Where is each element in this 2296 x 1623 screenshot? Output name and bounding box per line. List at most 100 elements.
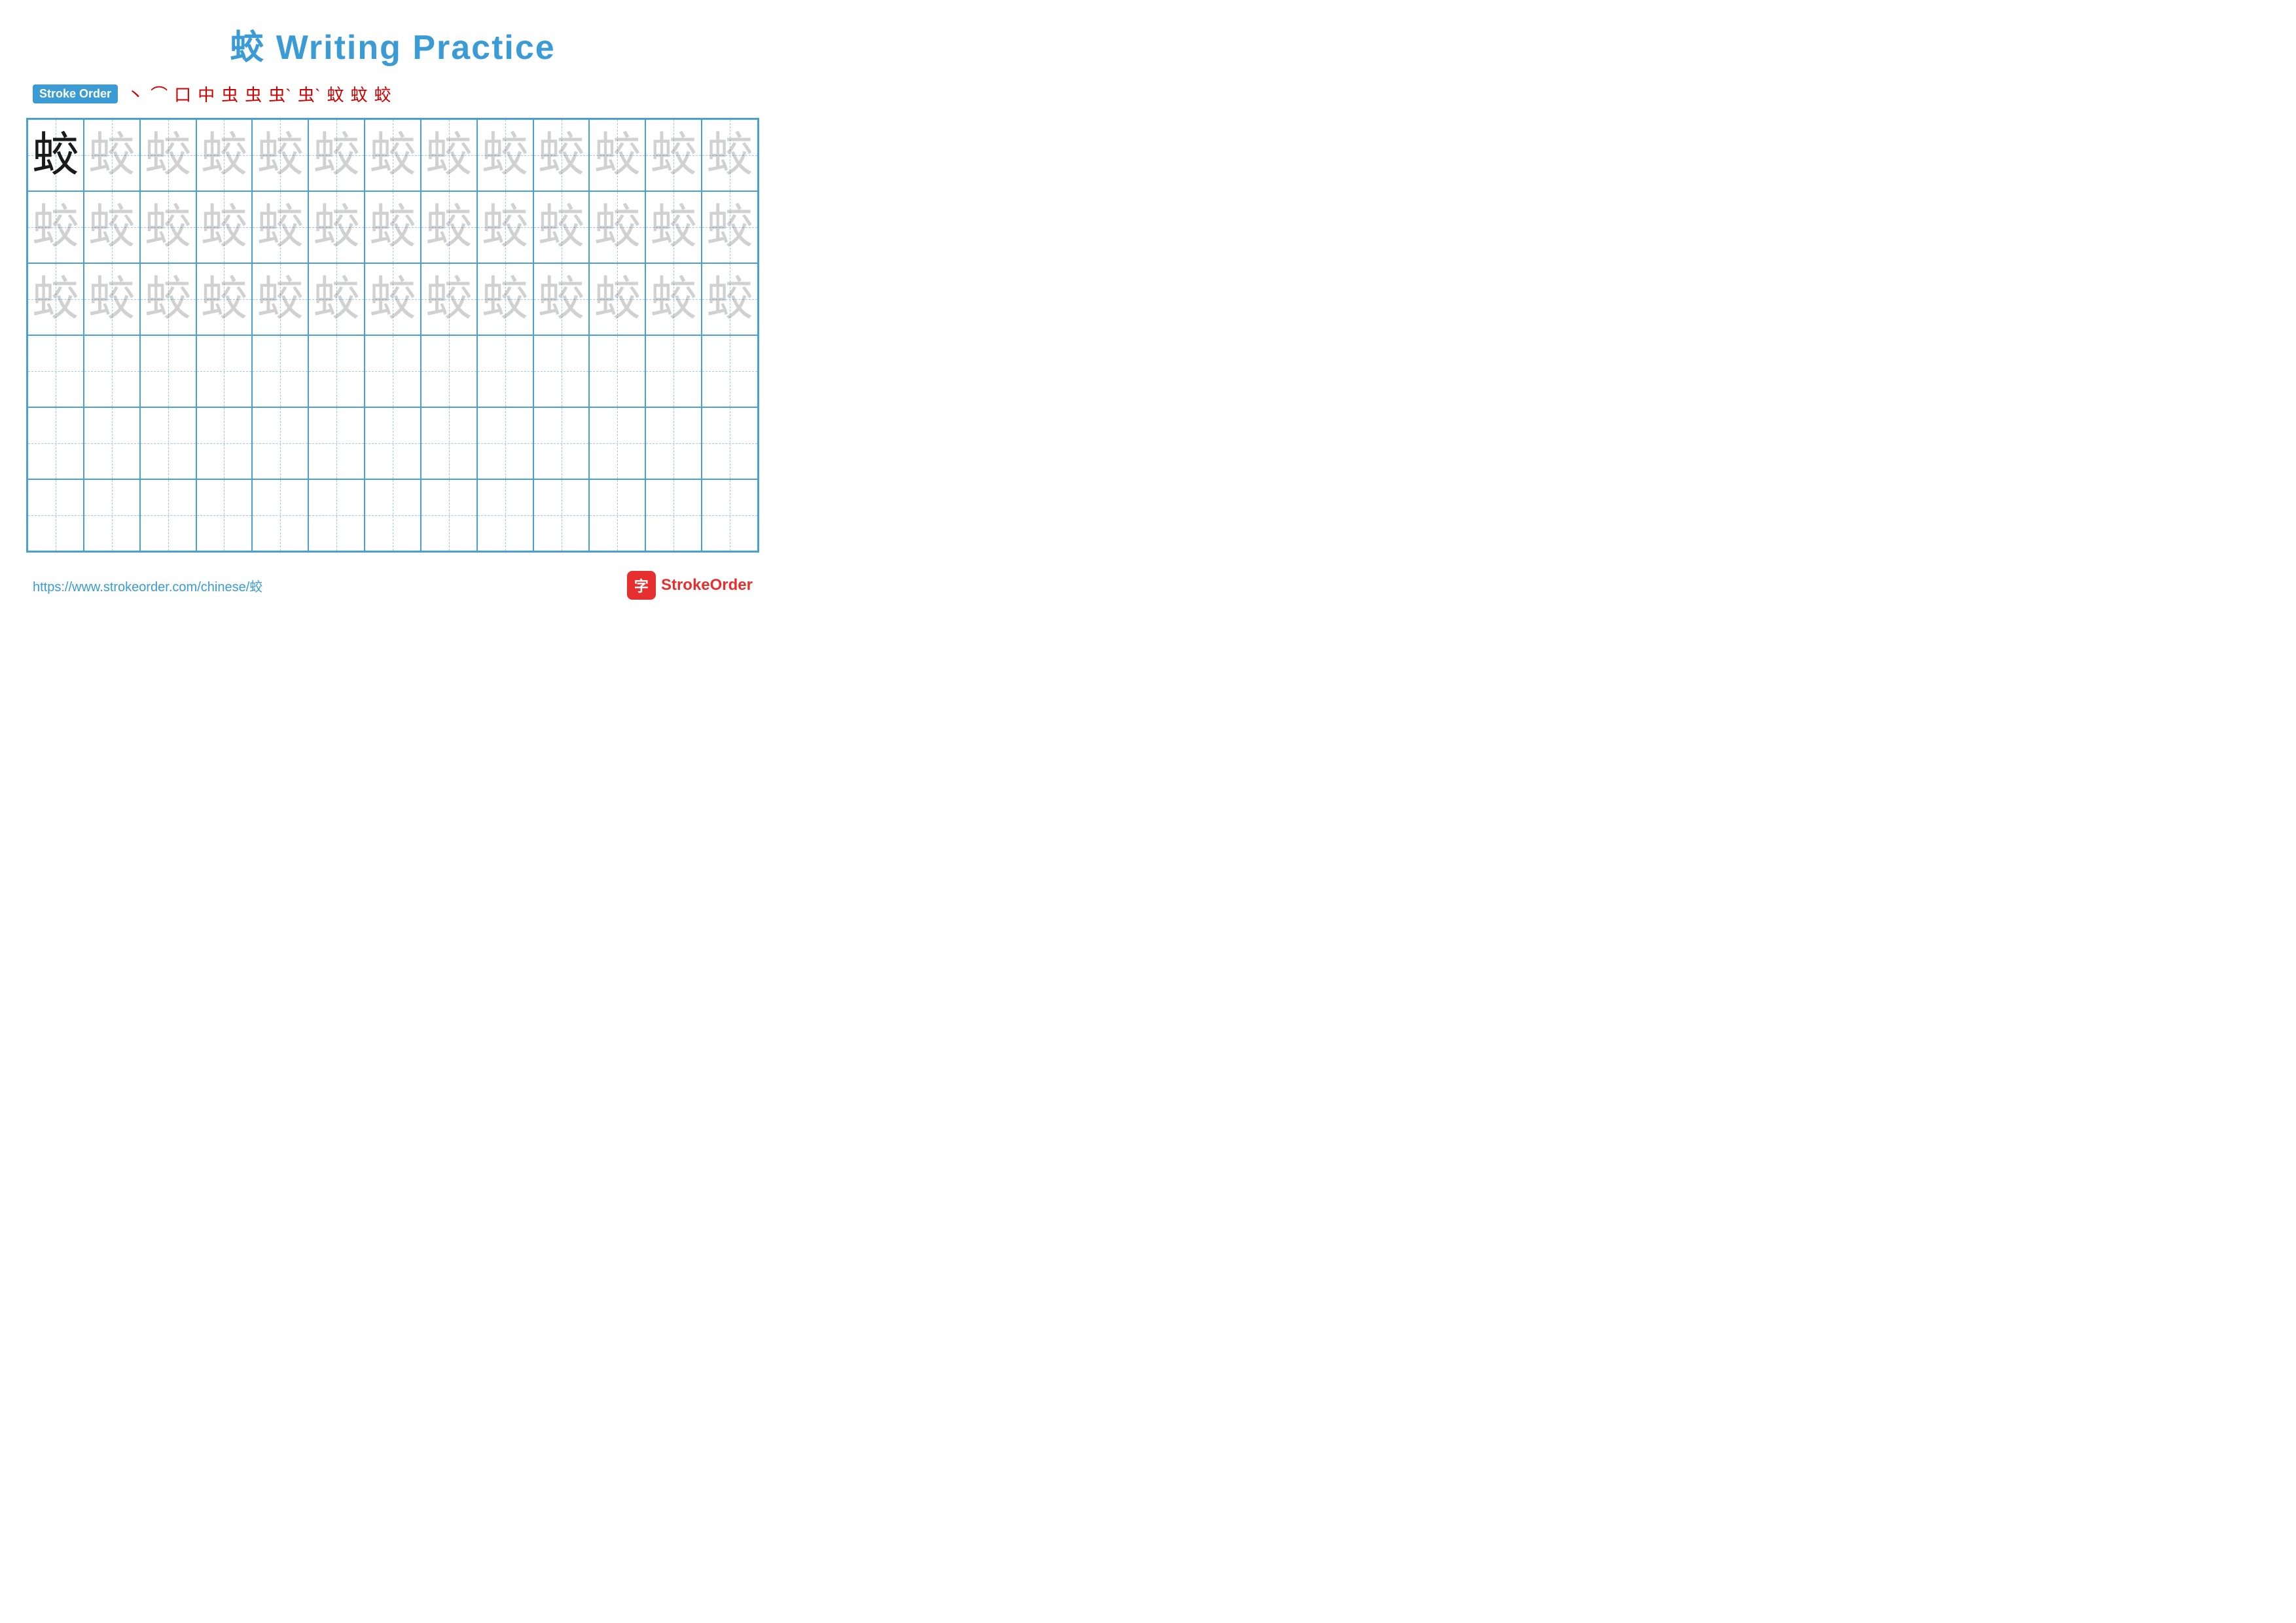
grid-cell[interactable]: 蛟 (308, 191, 365, 263)
grid-cell[interactable]: 蛟 (421, 263, 477, 335)
grid-cell[interactable]: 蛟 (702, 119, 758, 191)
grid-cell[interactable]: 蛟 (27, 191, 84, 263)
grid-cell[interactable] (252, 479, 308, 551)
grid-cell[interactable]: 蛟 (308, 119, 365, 191)
grid-cell[interactable] (645, 479, 702, 551)
logo-icon: 字 (627, 571, 656, 600)
grid-cell[interactable]: 蛟 (196, 263, 253, 335)
grid-cell[interactable] (365, 407, 421, 479)
grid-cell[interactable]: 蛟 (702, 263, 758, 335)
grid-cell[interactable]: 蛟 (365, 119, 421, 191)
stroke-order-badge: Stroke Order (33, 84, 118, 103)
grid-cell[interactable] (308, 335, 365, 407)
grid-cell[interactable] (365, 335, 421, 407)
grid-cell[interactable]: 蛟 (27, 263, 84, 335)
grid-cell[interactable]: 蛟 (533, 119, 590, 191)
grid-cell[interactable]: 蛟 (140, 263, 196, 335)
grid-cell[interactable] (477, 479, 533, 551)
grid-cell[interactable]: 蛟 (477, 263, 533, 335)
practice-char: 蛟 (706, 276, 753, 323)
grid-cell[interactable]: 蛟 (589, 263, 645, 335)
grid-cell[interactable] (140, 479, 196, 551)
practice-char: 蛟 (257, 132, 304, 179)
grid-cell[interactable] (533, 335, 590, 407)
grid-cell[interactable] (27, 407, 84, 479)
stroke-step-3: 中 (198, 82, 215, 106)
footer-url[interactable]: https://www.strokeorder.com/chinese/蛟 (33, 576, 262, 595)
grid-cell[interactable] (196, 479, 253, 551)
practice-char: 蛟 (650, 132, 697, 179)
grid-cell[interactable] (84, 335, 140, 407)
logo-text-order: Order (710, 576, 753, 594)
grid-cell[interactable] (365, 479, 421, 551)
grid-cell[interactable]: 蛟 (84, 119, 140, 191)
grid-cell[interactable]: 蛟 (365, 191, 421, 263)
grid-cell[interactable] (84, 407, 140, 479)
grid-cell[interactable] (477, 407, 533, 479)
grid-cell[interactable] (421, 407, 477, 479)
grid-cell[interactable] (589, 479, 645, 551)
grid-cell[interactable]: 蛟 (421, 191, 477, 263)
stroke-step-0: 丶 (127, 82, 144, 106)
grid-cell[interactable]: 蛟 (308, 263, 365, 335)
grid-cell[interactable] (196, 335, 253, 407)
stroke-step-4: 虫 (221, 82, 238, 106)
grid-cell[interactable] (645, 407, 702, 479)
grid-cell[interactable] (252, 407, 308, 479)
grid-cell[interactable] (252, 335, 308, 407)
grid-cell[interactable]: 蛟 (702, 191, 758, 263)
grid-cell[interactable] (702, 407, 758, 479)
grid-cell[interactable]: 蛟 (533, 191, 590, 263)
grid-cell[interactable] (589, 407, 645, 479)
practice-char: 蛟 (200, 204, 247, 251)
grid-cell[interactable]: 蛟 (477, 119, 533, 191)
grid-cell[interactable] (27, 479, 84, 551)
grid-cell[interactable]: 蛟 (421, 119, 477, 191)
grid-cell[interactable]: 蛟 (196, 191, 253, 263)
grid-cell[interactable] (645, 335, 702, 407)
stroke-step-7: 虫` (298, 82, 321, 106)
grid-cell[interactable]: 蛟 (252, 191, 308, 263)
grid-cell[interactable]: 蛟 (84, 263, 140, 335)
grid-cell[interactable] (308, 407, 365, 479)
grid-cell[interactable] (477, 335, 533, 407)
grid-cell[interactable]: 蛟 (140, 191, 196, 263)
grid-cell[interactable]: 蛟 (84, 191, 140, 263)
practice-char: 蛟 (313, 204, 360, 251)
grid-cell[interactable]: 蛟 (252, 263, 308, 335)
stroke-order-row: Stroke Order 丶⌒口中虫虫虫`虫`蚊蚊蛟 (26, 82, 759, 106)
footer-logo: 字 StrokeOrder (627, 571, 753, 600)
grid-cell[interactable]: 蛟 (589, 191, 645, 263)
practice-char: 蛟 (313, 276, 360, 323)
practice-char: 蛟 (425, 276, 473, 323)
practice-char: 蛟 (32, 276, 79, 323)
grid-cell[interactable]: 蛟 (365, 263, 421, 335)
grid-cell[interactable]: 蛟 (533, 263, 590, 335)
practice-char: 蛟 (482, 276, 529, 323)
grid-cell[interactable]: 蛟 (27, 119, 84, 191)
grid-cell[interactable]: 蛟 (589, 119, 645, 191)
grid-cell[interactable]: 蛟 (196, 119, 253, 191)
grid-cell[interactable] (533, 479, 590, 551)
grid-cell[interactable] (27, 335, 84, 407)
grid-cell[interactable] (196, 407, 253, 479)
grid-cell[interactable] (308, 479, 365, 551)
grid-cell[interactable] (421, 335, 477, 407)
grid-cell[interactable] (702, 335, 758, 407)
grid-cell[interactable]: 蛟 (645, 119, 702, 191)
grid-cell[interactable] (421, 479, 477, 551)
grid-cell[interactable]: 蛟 (645, 263, 702, 335)
grid-cell[interactable]: 蛟 (645, 191, 702, 263)
practice-char: 蛟 (650, 204, 697, 251)
grid-cell[interactable] (589, 335, 645, 407)
grid-cell[interactable]: 蛟 (477, 191, 533, 263)
grid-cell[interactable] (84, 479, 140, 551)
grid-cell[interactable] (702, 479, 758, 551)
grid-cell[interactable] (140, 335, 196, 407)
stroke-step-5: 虫 (245, 82, 262, 106)
grid-cell[interactable]: 蛟 (140, 119, 196, 191)
practice-char: 蛟 (706, 132, 753, 179)
grid-cell[interactable]: 蛟 (252, 119, 308, 191)
grid-cell[interactable] (140, 407, 196, 479)
grid-cell[interactable] (533, 407, 590, 479)
